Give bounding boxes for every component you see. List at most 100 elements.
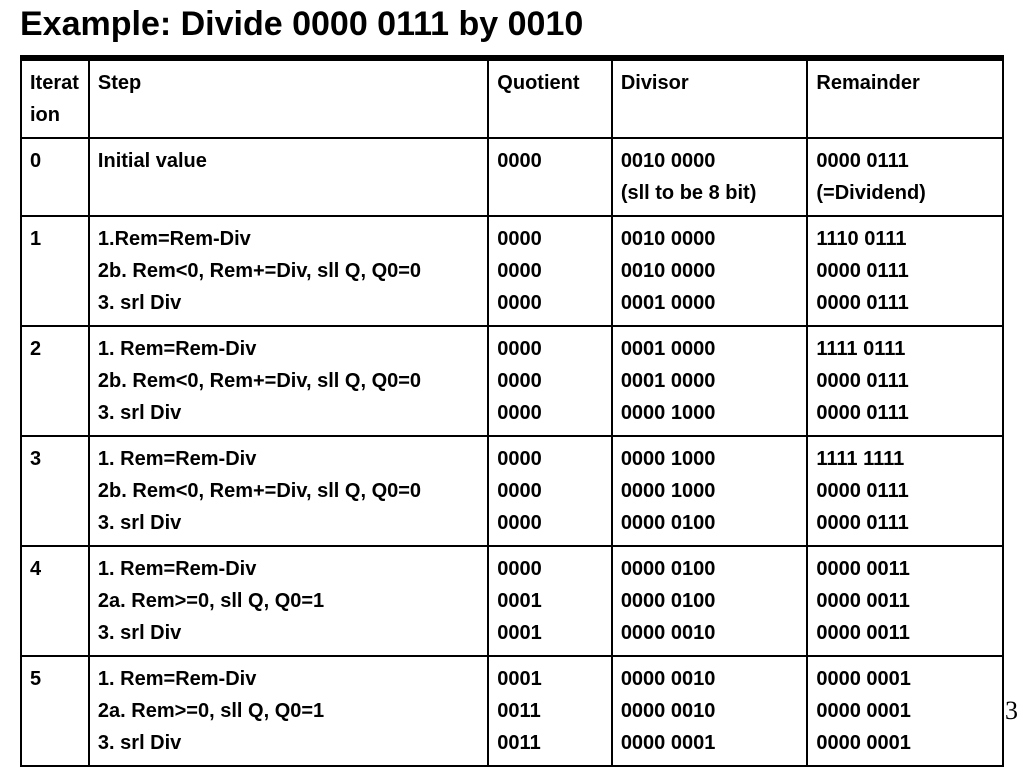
cell-divisor-line: 0001 0000: [621, 287, 799, 319]
cell-divisor-line: 0010 0000: [621, 145, 799, 177]
cell-remainder-line: 0000 0111: [816, 145, 994, 177]
cell-quotient: 000100110011: [488, 656, 612, 766]
cell-divisor-line: 0000 0100: [621, 553, 799, 585]
cell-step-line: Initial value: [98, 145, 479, 177]
col-header-remainder: Remainder: [807, 60, 1003, 138]
iteration-value: 5: [30, 668, 41, 690]
cell-quotient-line: 0001: [497, 585, 603, 617]
page-title: Example: Divide 0000 0111 by 0010: [20, 0, 1004, 45]
table-header-row: Iterat ion Step Quotient Divisor Remaind…: [21, 60, 1003, 138]
cell-step-line: 3. srl Div: [98, 727, 479, 759]
cell-step-line: 1. Rem=Rem-Div: [98, 443, 479, 475]
cell-step-line: 3. srl Div: [98, 397, 479, 429]
iteration-value: 0: [30, 150, 41, 172]
cell-quotient-line: 0011: [497, 695, 603, 727]
cell-step: 1. Rem=Rem-Div2b. Rem<0, Rem+=Div, sll Q…: [89, 436, 488, 546]
cell-step-line: 2a. Rem>=0, sll Q, Q0=1: [98, 695, 479, 727]
iteration-value: 2: [30, 338, 41, 360]
cell-remainder: 1111 11110000 01110000 0111: [807, 436, 1003, 546]
cell-iteration: 5: [21, 656, 89, 766]
table-row: 0Initial value00000010 0000(sll to be 8 …: [21, 138, 1003, 216]
cell-remainder-line: 0000 0111: [816, 287, 994, 319]
cell-quotient: 000000000000: [488, 326, 612, 436]
division-table: Iterat ion Step Quotient Divisor Remaind…: [20, 59, 1004, 767]
cell-remainder: 1110 01110000 01110000 0111: [807, 216, 1003, 326]
cell-remainder-line: 0000 0011: [816, 553, 994, 585]
cell-divisor-line: 0000 1000: [621, 443, 799, 475]
cell-step-line: 1. Rem=Rem-Div: [98, 663, 479, 695]
cell-quotient: 000000010001: [488, 546, 612, 656]
cell-quotient-line: 0000: [497, 475, 603, 507]
cell-step: 1. Rem=Rem-Div2a. Rem>=0, sll Q, Q0=13. …: [89, 546, 488, 656]
cell-step: 1. Rem=Rem-Div2b. Rem<0, Rem+=Div, sll Q…: [89, 326, 488, 436]
cell-step-line: 3. srl Div: [98, 287, 479, 319]
cell-quotient: 000000000000: [488, 436, 612, 546]
cell-divisor-line: 0000 0010: [621, 695, 799, 727]
cell-divisor-line: 0010 0000: [621, 255, 799, 287]
cell-remainder-line: 0000 0001: [816, 663, 994, 695]
cell-quotient: 000000000000: [488, 216, 612, 326]
cell-remainder-line: 0000 0111: [816, 255, 994, 287]
cell-remainder-line: 0000 0111: [816, 507, 994, 539]
cell-step-line: 2a. Rem>=0, sll Q, Q0=1: [98, 585, 479, 617]
cell-remainder-line: (=Dividend): [816, 177, 994, 209]
cell-step-line: 3. srl Div: [98, 617, 479, 649]
cell-quotient-line: 0000: [497, 333, 603, 365]
iteration-value: 4: [30, 558, 41, 580]
col-header-quotient: Quotient: [488, 60, 612, 138]
cell-divisor-line: 0000 0100: [621, 585, 799, 617]
cell-divisor: 0010 0000(sll to be 8 bit): [612, 138, 808, 216]
col-header-step: Step: [89, 60, 488, 138]
cell-remainder: 0000 0111(=Dividend): [807, 138, 1003, 216]
cell-remainder: 0000 00010000 00010000 0001: [807, 656, 1003, 766]
cell-step: 1.Rem=Rem-Div2b. Rem<0, Rem+=Div, sll Q,…: [89, 216, 488, 326]
cell-remainder-line: 1111 0111: [816, 333, 994, 365]
col-header-iteration-line1: Iterat: [30, 72, 79, 94]
cell-divisor-line: 0000 0010: [621, 617, 799, 649]
cell-divisor-line: 0000 0010: [621, 663, 799, 695]
cell-step: 1. Rem=Rem-Div2a. Rem>=0, sll Q, Q0=13. …: [89, 656, 488, 766]
cell-step-line: 2b. Rem<0, Rem+=Div, sll Q, Q0=0: [98, 475, 479, 507]
cell-quotient: 0000: [488, 138, 612, 216]
cell-quotient-line: 0000: [497, 255, 603, 287]
cell-divisor-line: 0001 0000: [621, 333, 799, 365]
cell-divisor-line: 0000 1000: [621, 475, 799, 507]
cell-remainder-line: 0000 0011: [816, 617, 994, 649]
table-row: 1 1.Rem=Rem-Div2b. Rem<0, Rem+=Div, sll Q…: [21, 216, 1003, 326]
cell-remainder: 0000 00110000 00110000 0011: [807, 546, 1003, 656]
cell-step-line: 2b. Rem<0, Rem+=Div, sll Q, Q0=0: [98, 255, 479, 287]
slide-page: Example: Divide 0000 0111 by 0010 Iterat…: [0, 0, 1024, 762]
col-header-iteration: Iterat ion: [21, 60, 89, 138]
page-number: 3: [1005, 696, 1018, 726]
cell-divisor: 0000 10000000 10000000 0100: [612, 436, 808, 546]
cell-quotient-line: 0000: [497, 397, 603, 429]
cell-remainder-line: 1110 0111: [816, 223, 994, 255]
cell-step-line: 1.Rem=Rem-Div: [98, 223, 479, 255]
cell-divisor: 0001 00000001 00000000 1000: [612, 326, 808, 436]
cell-remainder-line: 0000 0001: [816, 695, 994, 727]
cell-iteration: 2: [21, 326, 89, 436]
cell-quotient-line: 0000: [497, 287, 603, 319]
cell-step: Initial value: [89, 138, 488, 216]
cell-divisor-line: (sll to be 8 bit): [621, 177, 799, 209]
cell-quotient-line: 0011: [497, 727, 603, 759]
iteration-value: 1: [30, 228, 41, 250]
cell-divisor: 0010 00000010 00000001 0000: [612, 216, 808, 326]
cell-step-line: 3. srl Div: [98, 507, 479, 539]
cell-quotient-line: 0000: [497, 365, 603, 397]
cell-quotient-line: 0000: [497, 223, 603, 255]
cell-divisor: 0000 00100000 00100000 0001: [612, 656, 808, 766]
cell-quotient-line: 0001: [497, 617, 603, 649]
cell-step-line: 1. Rem=Rem-Div: [98, 333, 479, 365]
iteration-value: 3: [30, 448, 41, 470]
cell-divisor: 0000 01000000 01000000 0010: [612, 546, 808, 656]
cell-remainder-line: 0000 0111: [816, 365, 994, 397]
table-row: 5 1. Rem=Rem-Div2a. Rem>=0, sll Q, Q0=13.…: [21, 656, 1003, 766]
cell-iteration: 4: [21, 546, 89, 656]
cell-iteration: 1: [21, 216, 89, 326]
cell-divisor-line: 0010 0000: [621, 223, 799, 255]
cell-quotient-line: 0000: [497, 507, 603, 539]
cell-iteration: 0: [21, 138, 89, 216]
table-row: 2 1. Rem=Rem-Div2b. Rem<0, Rem+=Div, sll …: [21, 326, 1003, 436]
cell-quotient-line: 0000: [497, 443, 603, 475]
